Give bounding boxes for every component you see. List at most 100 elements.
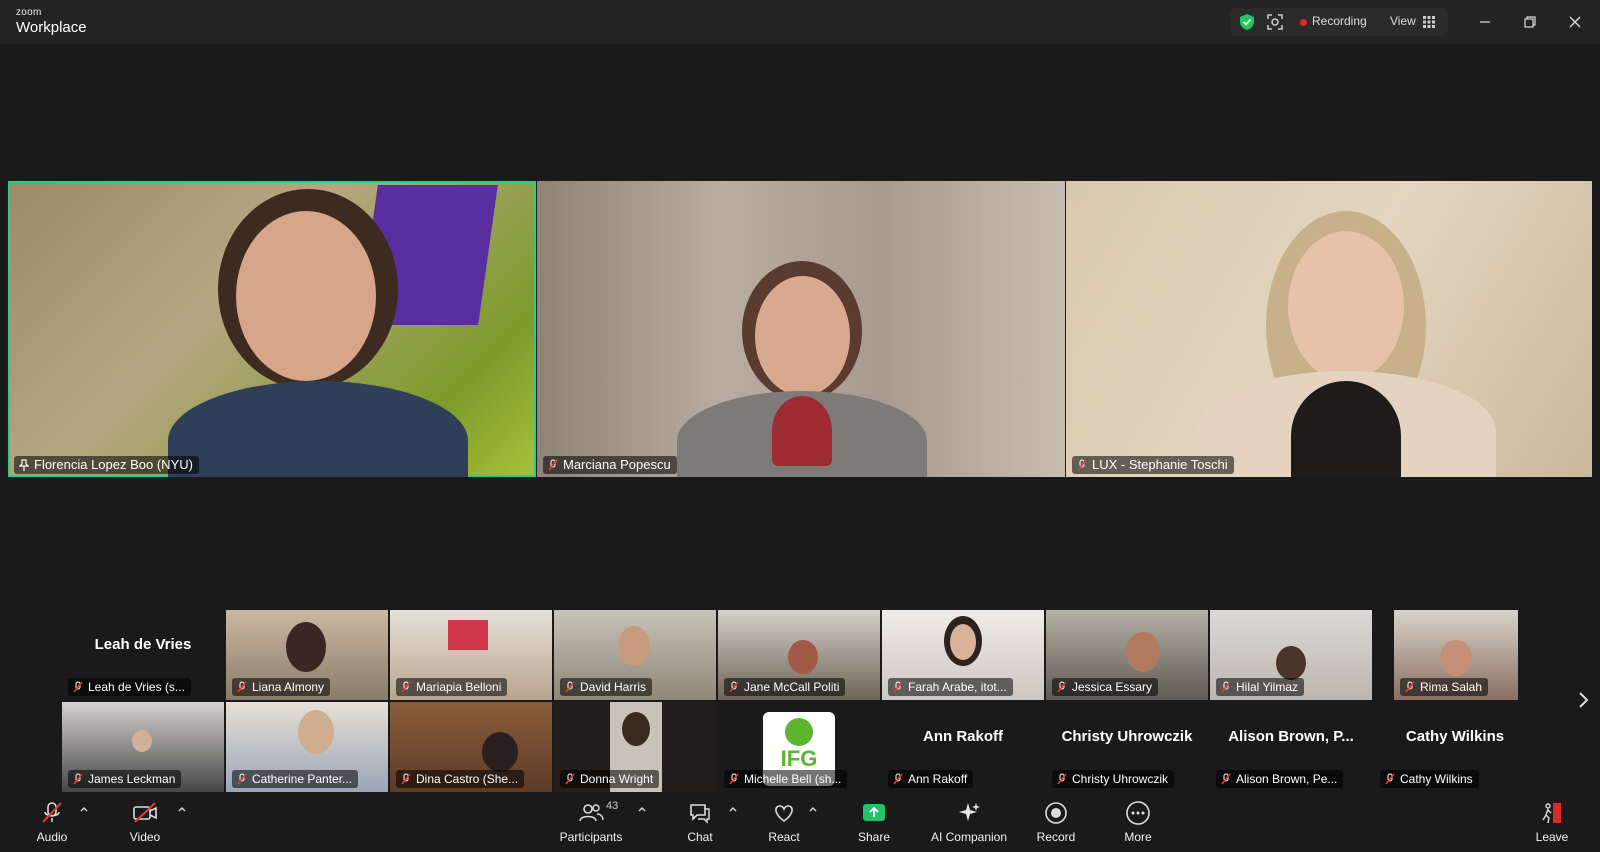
speaker-tile[interactable]: LUX - Stephanie Toschi [1066,181,1592,477]
mic-muted-icon [237,773,247,785]
participants-icon [579,804,604,822]
mic-muted-icon [893,773,903,785]
participant-tile[interactable]: Cathy Wilkins Cathy Wilkins [1374,702,1536,792]
participant-name: James Leckman [68,770,182,788]
speaker-tile[interactable]: Florencia Lopez Boo (NYU) [8,181,536,477]
participant-tile[interactable]: Hilal Yilmaz [1210,610,1372,700]
participant-display-name: Cathy Wilkins [1405,728,1505,745]
participant-name: Cathy Wilkins [1380,770,1479,788]
mic-muted-icon [401,773,411,785]
participant-tile[interactable]: Farah Arabe, itot... [882,610,1044,700]
chevron-up-icon[interactable] [808,804,818,814]
participant-name: Jessica Essary [1052,678,1159,696]
tree-icon [785,718,813,746]
participant-display-name: Leah de Vries [94,636,192,653]
participant-name: Florencia Lopez Boo (NYU) [14,456,199,474]
meeting-toolbar: Audio Video Participants 43 Chat React S… [0,794,1600,852]
mic-muted-icon [73,773,83,785]
participant-tile[interactable]: Jane McCall Politi [718,610,880,700]
leave-door-icon [1542,803,1561,824]
chat-button[interactable]: Chat [676,794,724,852]
participant-tile[interactable]: Rima Salah [1394,610,1518,700]
mic-muted-icon [237,681,247,693]
grid-view-icon[interactable] [1422,15,1436,29]
mic-muted-icon [1221,773,1231,785]
participant-name: Jane McCall Politi [724,678,846,696]
participant-tile[interactable]: Ann Rakoff Ann Rakoff [882,702,1044,792]
mic-muted-icon [1077,459,1087,471]
participant-tile[interactable]: Jessica Essary [1046,610,1208,700]
participant-tile[interactable]: David Harris [554,610,716,700]
participant-tile[interactable]: Mariapia Belloni [390,610,552,700]
mic-muted-icon [565,681,575,693]
chevron-up-icon[interactable] [79,804,89,814]
mic-muted-icon [565,773,575,785]
more-button[interactable]: More [1114,794,1162,852]
heart-icon [775,805,793,822]
leave-button[interactable]: Leave [1528,794,1576,852]
encryption-shield-icon[interactable] [1238,13,1256,31]
participant-tile[interactable]: James Leckman [62,702,224,792]
brand-small: zoom [16,7,42,18]
mic-muted-icon [729,681,739,693]
participant-name: Alison Brown, Pe... [1216,770,1344,788]
audio-button[interactable]: Audio [28,794,76,852]
participant-name: Christy Uhrowczik [1052,770,1175,788]
meeting-status-pill: Recording View [1230,8,1448,36]
sparkle-icon [959,803,980,821]
mic-muted-icon [1221,681,1231,693]
app-logo: zoom Workplace [16,7,87,36]
record-icon [1045,802,1067,824]
recording-label[interactable]: Recording [1312,14,1367,28]
more-icon [1126,801,1150,825]
close-icon[interactable] [1565,12,1585,32]
participant-name: Catherine Panter... [232,770,359,788]
participant-tile[interactable]: Leah de Vries Leah de Vries (s... [62,610,224,700]
chevron-up-icon[interactable] [637,804,647,814]
brand-name: Workplace [16,19,87,36]
participant-tile[interactable]: Catherine Panter... [226,702,388,792]
participant-name: Marciana Popescu [543,456,677,474]
participant-name: Leah de Vries (s... [68,678,191,696]
participant-tile[interactable]: IFG Michelle Bell (sh... [718,702,880,792]
record-button[interactable]: Record [1032,794,1080,852]
chevron-up-icon[interactable] [728,804,738,814]
participant-tile[interactable]: Dina Castro (She... [390,702,552,792]
share-button[interactable]: Share [850,794,898,852]
mic-muted-icon [1057,773,1067,785]
ai-companion-button[interactable]: AI Companion [928,794,1010,852]
mic-muted-icon [548,459,558,471]
mic-muted-icon [1405,681,1415,693]
pin-icon [19,459,29,471]
participant-name: Michelle Bell (sh... [724,770,848,788]
participant-name: Rima Salah [1400,678,1489,696]
participant-display-name: Alison Brown, P... [1228,728,1354,745]
participant-display-name: Christy Uhrowczik [1061,728,1193,745]
participant-name: LUX - Stephanie Toschi [1072,456,1234,474]
participant-name: Farah Arabe, itot... [888,678,1013,696]
participant-name: Mariapia Belloni [396,678,508,696]
chat-icon [690,804,710,824]
participant-name: Donna Wright [560,770,660,788]
participant-display-name: Ann Rakoff [923,728,1003,745]
view-button[interactable]: View [1390,14,1416,28]
mic-muted-icon [729,773,739,785]
chevron-up-icon[interactable] [177,804,187,814]
mic-muted-icon [893,681,903,693]
scan-icon[interactable] [1266,13,1284,31]
minimize-icon[interactable] [1475,12,1495,32]
share-screen-icon [863,804,885,821]
participant-tile[interactable]: Liana Almony [226,610,388,700]
mic-muted-icon [73,681,83,693]
mic-muted-icon [1385,773,1395,785]
video-button[interactable]: Video [120,794,170,852]
next-page-arrow-icon[interactable] [1572,689,1594,711]
react-button[interactable]: React [760,794,808,852]
recording-dot-icon [1300,19,1307,26]
speaker-tile[interactable]: Marciana Popescu [537,181,1065,477]
participant-tile[interactable]: Donna Wright [554,702,716,792]
participant-tile[interactable]: Christy Uhrowczik Christy Uhrowczik [1046,702,1208,792]
title-bar: zoom Workplace Recording View [0,0,1600,44]
restore-icon[interactable] [1520,12,1540,32]
participant-tile[interactable]: Alison Brown, P... Alison Brown, Pe... [1210,702,1372,792]
